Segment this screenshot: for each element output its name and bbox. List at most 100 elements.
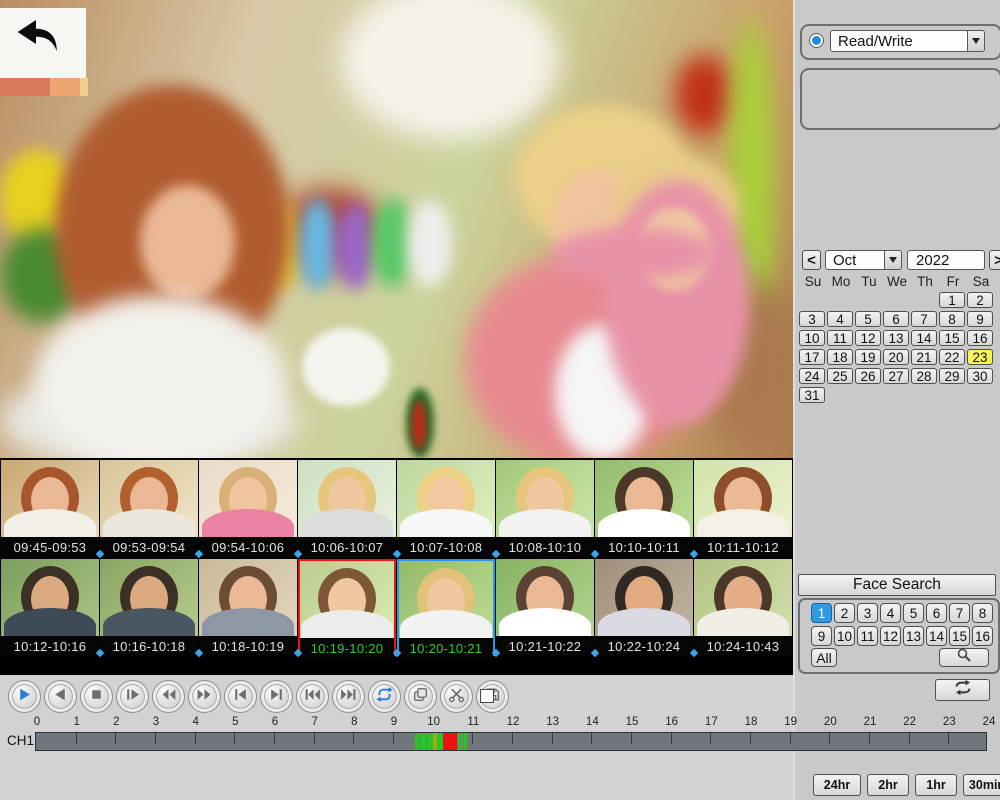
- face-thumbnail[interactable]: 10:10-10:11: [595, 460, 693, 557]
- face-thumbnail[interactable]: 10:11-10:12: [694, 460, 792, 557]
- face-thumbnail[interactable]: 09:53-09:54: [100, 460, 198, 557]
- face-channel-row-2: 910111213141516: [811, 626, 995, 646]
- back-button[interactable]: [12, 16, 60, 56]
- calendar-day-6[interactable]: 6: [883, 311, 909, 327]
- calendar-day-9[interactable]: 9: [967, 311, 993, 327]
- face-thumbnail[interactable]: 10:18-10:19: [199, 559, 297, 656]
- face-search-button[interactable]: [939, 648, 989, 667]
- face-thumbnail[interactable]: 10:07-10:08: [397, 460, 495, 557]
- face-channel-8[interactable]: 8: [972, 603, 993, 623]
- calendar-day-13[interactable]: 13: [883, 330, 909, 346]
- calendar-day-21[interactable]: 21: [911, 349, 937, 365]
- calendar-day-1[interactable]: 1: [939, 292, 965, 308]
- calendar-day-10[interactable]: 10: [799, 330, 825, 346]
- calendar-day-3[interactable]: 3: [799, 311, 825, 327]
- face-channel-10[interactable]: 10: [834, 626, 855, 646]
- stream-mode-select[interactable]: Read/Write: [830, 30, 968, 52]
- face-channel-4[interactable]: 4: [880, 603, 901, 623]
- rewind-button[interactable]: [152, 680, 185, 713]
- stream-mode-radio[interactable]: [809, 33, 824, 48]
- calendar-day-26[interactable]: 26: [855, 368, 881, 384]
- calendar-day-30[interactable]: 30: [967, 368, 993, 384]
- timeline-range-buttons: 24hr 2hr 1hr 30min: [813, 774, 1000, 796]
- calendar-day-20[interactable]: 20: [883, 349, 909, 365]
- weekday-label: Fr: [939, 274, 967, 289]
- prev-frame-button[interactable]: [224, 680, 257, 713]
- calendar-prev-button[interactable]: <: [802, 250, 821, 270]
- stop-button[interactable]: [80, 680, 113, 713]
- calendar-day-27[interactable]: 27: [883, 368, 909, 384]
- calendar-day-12[interactable]: 12: [855, 330, 881, 346]
- calendar-day-31[interactable]: 31: [799, 387, 825, 403]
- face-channel-15[interactable]: 15: [949, 626, 970, 646]
- calendar-month-dropdown-button[interactable]: [885, 250, 902, 270]
- hour-tick: [909, 733, 910, 744]
- calendar-day-28[interactable]: 28: [911, 368, 937, 384]
- face-channel-7[interactable]: 7: [949, 603, 970, 623]
- clip-button[interactable]: [440, 680, 473, 713]
- video-preview[interactable]: [0, 0, 793, 458]
- face-channel-16[interactable]: 16: [972, 626, 993, 646]
- reverse-play-button[interactable]: [44, 680, 77, 713]
- face-thumbnail[interactable]: 10:19-10:20: [298, 559, 396, 656]
- face-thumbnail[interactable]: 10:16-10:18: [100, 559, 198, 656]
- range-1hr-button[interactable]: 1hr: [915, 774, 957, 796]
- fast-forward-button[interactable]: [188, 680, 221, 713]
- calendar-day-5[interactable]: 5: [855, 311, 881, 327]
- face-thumbnail[interactable]: 10:22-10:24: [595, 559, 693, 656]
- calendar-day-14[interactable]: 14: [911, 330, 937, 346]
- backup-button[interactable]: [404, 680, 437, 713]
- calendar-month-select[interactable]: Oct: [825, 250, 885, 270]
- face-thumbnail[interactable]: 10:06-10:07: [298, 460, 396, 557]
- calendar-day-18[interactable]: 18: [827, 349, 853, 365]
- face-thumbnail[interactable]: 10:24-10:43: [694, 559, 792, 656]
- range-2hr-button[interactable]: 2hr: [867, 774, 909, 796]
- face-thumbnail[interactable]: 09:54-10:06: [199, 460, 297, 557]
- calendar-day-15[interactable]: 15: [939, 330, 965, 346]
- face-channel-2[interactable]: 2: [834, 603, 855, 623]
- loop-button[interactable]: [368, 680, 401, 713]
- face-channel-9[interactable]: 9: [811, 626, 832, 646]
- calendar-day-19[interactable]: 19: [855, 349, 881, 365]
- calendar-day-25[interactable]: 25: [827, 368, 853, 384]
- calendar-day-11[interactable]: 11: [827, 330, 853, 346]
- face-channel-1[interactable]: 1: [811, 603, 832, 623]
- next-frame-button[interactable]: [260, 680, 293, 713]
- calendar-year-field[interactable]: 2022: [907, 250, 985, 270]
- calendar-day-22[interactable]: 22: [939, 349, 965, 365]
- range-24hr-button[interactable]: 24hr: [813, 774, 861, 796]
- face-thumbnail[interactable]: 09:45-09:53: [1, 460, 99, 557]
- calendar-next-button[interactable]: >: [989, 250, 1000, 270]
- swap-button[interactable]: [935, 679, 990, 701]
- controls-checkbox[interactable]: [480, 689, 494, 703]
- play-button[interactable]: [8, 680, 41, 713]
- prev-record-button[interactable]: [296, 680, 329, 713]
- face-channel-all-button[interactable]: All: [811, 648, 837, 667]
- stream-mode-dropdown-button[interactable]: [968, 30, 985, 52]
- calendar-day-2[interactable]: 2: [967, 292, 993, 308]
- face-channel-14[interactable]: 14: [926, 626, 947, 646]
- calendar-day-24[interactable]: 24: [799, 368, 825, 384]
- calendar-day-4[interactable]: 4: [827, 311, 853, 327]
- face-thumbnail[interactable]: 10:20-10:21: [397, 559, 495, 656]
- face-channel-3[interactable]: 3: [857, 603, 878, 623]
- range-30min-button[interactable]: 30min: [963, 774, 1000, 796]
- face-channel-13[interactable]: 13: [903, 626, 924, 646]
- calendar-day-8[interactable]: 8: [939, 311, 965, 327]
- frame-play-button[interactable]: [116, 680, 149, 713]
- timeline-bar[interactable]: [35, 732, 987, 751]
- calendar-day-7[interactable]: 7: [911, 311, 937, 327]
- hour-label: 3: [153, 716, 159, 728]
- face-channel-6[interactable]: 6: [926, 603, 947, 623]
- face-thumbnail[interactable]: 10:12-10:16: [1, 559, 99, 656]
- face-channel-5[interactable]: 5: [903, 603, 924, 623]
- calendar-day-23[interactable]: 23: [967, 349, 993, 365]
- calendar-day-29[interactable]: 29: [939, 368, 965, 384]
- calendar-day-17[interactable]: 17: [799, 349, 825, 365]
- calendar-day-16[interactable]: 16: [967, 330, 993, 346]
- next-record-button[interactable]: [332, 680, 365, 713]
- face-channel-11[interactable]: 11: [857, 626, 878, 646]
- face-channel-12[interactable]: 12: [880, 626, 901, 646]
- face-thumbnail[interactable]: 10:21-10:22: [496, 559, 594, 656]
- face-thumbnail[interactable]: 10:08-10:10: [496, 460, 594, 557]
